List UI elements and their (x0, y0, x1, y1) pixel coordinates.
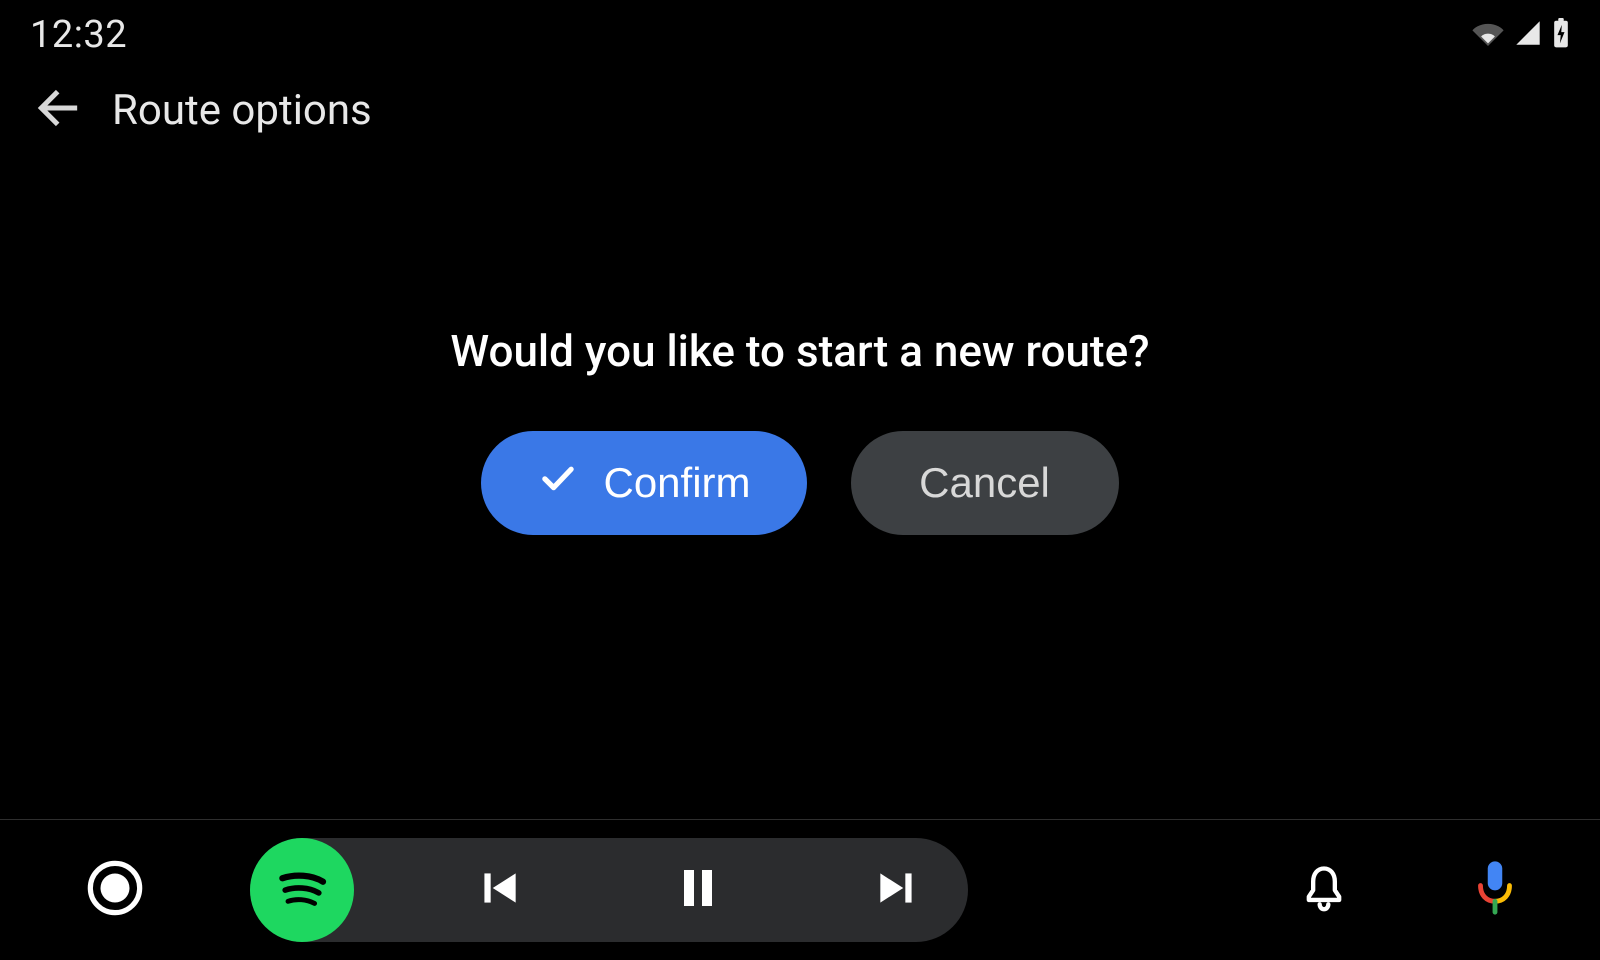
spotify-icon (267, 853, 337, 927)
microphone-icon (1470, 859, 1520, 921)
confirm-button[interactable]: Confirm (481, 431, 806, 535)
bell-icon (1298, 862, 1350, 918)
media-app-button[interactable] (250, 838, 354, 942)
notifications-button[interactable] (1298, 862, 1350, 918)
check-icon (537, 457, 579, 509)
voice-assistant-button[interactable] (1470, 859, 1520, 921)
confirm-label: Confirm (603, 459, 750, 507)
dialog-actions: Confirm Cancel (481, 431, 1118, 535)
dialog-content: Would you like to start a new route? Con… (0, 0, 1600, 820)
play-pause-button[interactable] (674, 864, 722, 916)
skip-previous-icon (474, 863, 524, 917)
cancel-label: Cancel (919, 459, 1050, 507)
pause-icon (674, 864, 722, 916)
previous-track-button[interactable] (474, 863, 524, 917)
system-actions (1298, 859, 1520, 921)
bottom-bar (0, 820, 1600, 960)
skip-next-icon (872, 863, 922, 917)
media-controls (474, 863, 922, 917)
circle-home-icon (86, 859, 144, 921)
media-control-bar (250, 838, 968, 942)
launcher-button[interactable] (80, 855, 150, 925)
dialog-prompt: Would you like to start a new route? (450, 325, 1149, 377)
cancel-button[interactable]: Cancel (851, 431, 1119, 535)
next-track-button[interactable] (872, 863, 922, 917)
